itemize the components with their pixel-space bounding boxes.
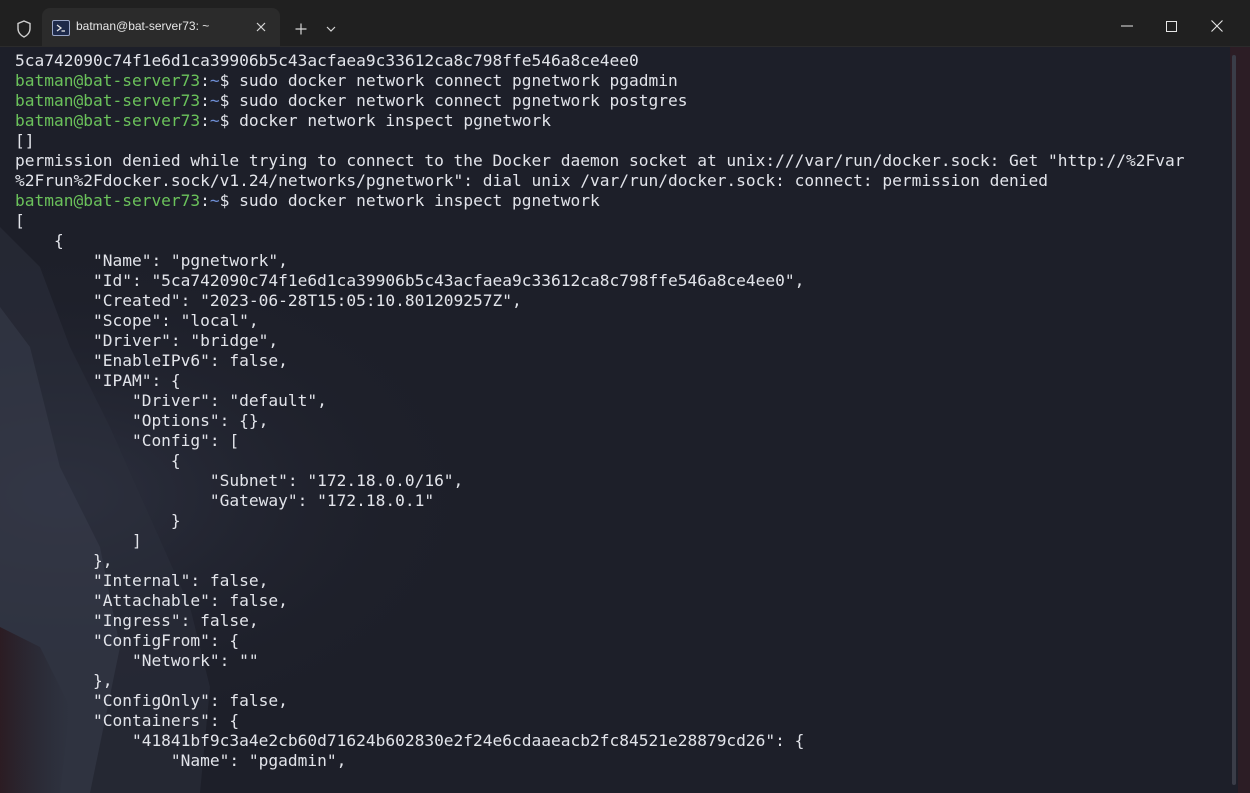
output-line: "Name": "pgadmin", (15, 751, 347, 770)
output-line: "Created": "2023-06-28T15:05:10.80120925… (15, 291, 522, 310)
tab-dropdown-button[interactable] (320, 18, 342, 40)
close-icon (256, 22, 266, 32)
prompt-line: batman@bat-server73:~$ docker network in… (15, 111, 1184, 131)
output-line: "41841bf9c3a4e2cb60d71624b602830e2f24e6c… (15, 731, 805, 750)
prompt-line: batman@bat-server73:~$ sudo docker netwo… (15, 91, 1184, 111)
maximize-button[interactable] (1148, 10, 1194, 42)
output-line: }, (15, 551, 113, 570)
close-window-button[interactable] (1194, 10, 1240, 42)
output-line: { (15, 231, 64, 250)
terminal-pane[interactable]: 5ca742090c74f1e6d1ca39906b5c43acfaea9c33… (0, 47, 1250, 793)
minimize-button[interactable] (1104, 10, 1150, 42)
command-text: sudo docker network connect pgnetwork po… (239, 91, 688, 110)
minimize-icon (1121, 25, 1133, 27)
output-line: "Internal": false, (15, 571, 269, 590)
output-line: %2Frun%2Fdocker.sock/v1.24/networks/pgne… (15, 171, 1049, 190)
prompt-user-host: batman@bat-server73 (15, 91, 201, 110)
prompt-symbol: $ (219, 191, 240, 210)
terminal-window: batman@bat-server73: ~ 5ca742090c74f1e6d… (0, 0, 1250, 793)
prompt-symbol: $ (219, 91, 240, 110)
prompt-path: ~ (209, 71, 220, 90)
command-text: sudo docker network inspect pgnetwork (239, 191, 600, 210)
plus-icon (295, 23, 307, 35)
output-line: 5ca742090c74f1e6d1ca39906b5c43acfaea9c33… (15, 51, 639, 70)
output-line: "Id": "5ca742090c74f1e6d1ca39906b5c43acf… (15, 271, 805, 290)
output-line: "Attachable": false, (15, 591, 288, 610)
output-line: }, (15, 671, 113, 690)
tab-terminal[interactable]: batman@bat-server73: ~ (42, 8, 280, 46)
output-line: "IPAM": { (15, 371, 181, 390)
close-icon (1211, 20, 1223, 32)
prompt-line: batman@bat-server73:~$ sudo docker netwo… (15, 191, 1184, 211)
command-text: docker network inspect pgnetwork (239, 111, 552, 130)
prompt-symbol: $ (219, 71, 240, 90)
output-line: "ConfigFrom": { (15, 631, 240, 650)
output-line: "EnableIPv6": false, (15, 351, 288, 370)
prompt-user-host: batman@bat-server73 (15, 71, 201, 90)
output-line: "Driver": "bridge", (15, 331, 279, 350)
output-line: "Subnet": "172.18.0.0/16", (15, 471, 464, 490)
output-line: "Containers": { (15, 711, 240, 730)
output-line: { (15, 451, 181, 470)
prompt-path: ~ (209, 91, 220, 110)
output-line: "Ingress": false, (15, 611, 259, 630)
output-line: ] (15, 531, 142, 550)
output-line: "Name": "pgnetwork", (15, 251, 288, 270)
prompt-separator: : (200, 91, 210, 110)
output-line: [] (15, 131, 35, 150)
new-tab-button[interactable] (290, 18, 312, 40)
prompt-separator: : (200, 191, 210, 210)
prompt-user-host: batman@bat-server73 (15, 111, 201, 130)
output-line: permission denied while trying to connec… (15, 151, 1185, 170)
tab-title: batman@bat-server73: ~ (76, 19, 210, 33)
prompt-path: ~ (209, 191, 220, 210)
prompt-separator: : (200, 111, 210, 130)
shield-icon[interactable] (14, 19, 34, 39)
command-text: sudo docker network connect pgnetwork pg… (239, 71, 678, 90)
title-bar[interactable]: batman@bat-server73: ~ (0, 0, 1250, 47)
prompt-line: batman@bat-server73:~$ sudo docker netwo… (15, 71, 1184, 91)
prompt-separator: : (200, 71, 210, 90)
output-line: [ (15, 211, 25, 230)
output-line: "Config": [ (15, 431, 240, 450)
tab-close-button[interactable] (250, 16, 272, 38)
prompt-symbol: $ (219, 111, 240, 130)
maximize-icon (1165, 20, 1177, 32)
scrollbar[interactable] (1232, 55, 1236, 785)
powershell-terminal-icon (52, 20, 70, 36)
output-line: "Gateway": "172.18.0.1" (15, 491, 435, 510)
output-line: "Scope": "local", (15, 311, 259, 330)
output-line: "Options": {}, (15, 411, 269, 430)
prompt-user-host: batman@bat-server73 (15, 191, 201, 210)
output-line: "ConfigOnly": false, (15, 691, 288, 710)
terminal-output: 5ca742090c74f1e6d1ca39906b5c43acfaea9c33… (15, 51, 1184, 771)
prompt-path: ~ (209, 111, 220, 130)
output-line: } (15, 511, 181, 530)
output-line: "Driver": "default", (15, 391, 327, 410)
chevron-down-icon (326, 26, 336, 32)
output-line: "Network": "" (15, 651, 259, 670)
